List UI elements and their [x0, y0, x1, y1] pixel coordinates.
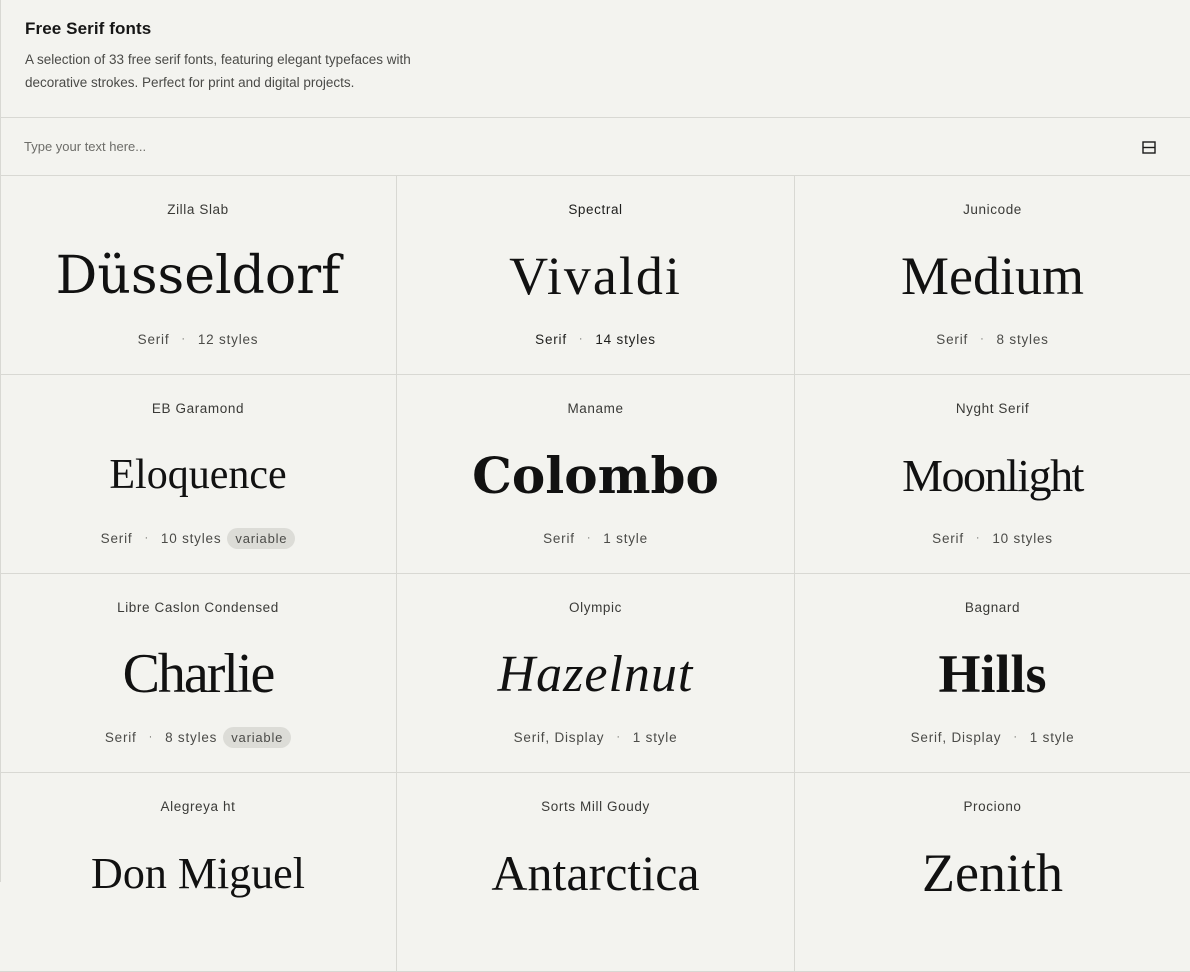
- font-sample: Don Miguel: [91, 848, 305, 898]
- font-name: Junicode: [963, 202, 1022, 217]
- separator-dot: ·: [975, 532, 981, 544]
- page-title: Free Serif fonts: [25, 19, 152, 38]
- font-meta: Serif · 14 styles: [397, 327, 794, 351]
- font-name: Olympic: [569, 600, 622, 615]
- font-style-count: 14 styles: [595, 331, 656, 347]
- font-name: Bagnard: [964, 600, 1021, 615]
- font-meta: Serif · 10 styles variable: [0, 526, 396, 550]
- font-sample: Eloquence: [109, 452, 287, 498]
- font-card-maname[interactable]: Maname Colombo Serif · 1 style: [397, 375, 795, 574]
- font-card-sorts-mill-goudy[interactable]: Sorts Mill Goudy Antarctica: [397, 773, 795, 972]
- font-meta: Serif · 8 styles variable: [0, 725, 396, 749]
- font-card-junicode[interactable]: Junicode Medium Serif · 8 styles: [795, 176, 1190, 375]
- separator-dot: ·: [148, 731, 154, 743]
- font-category: Serif: [104, 729, 137, 745]
- font-card-nyght-serif[interactable]: Nyght Serif Moonlight Serif · 10 styles: [795, 375, 1190, 574]
- layout-toggle-button[interactable]: [1140, 138, 1158, 156]
- font-meta: Serif · 1 style: [397, 526, 794, 550]
- font-card-spectral[interactable]: Spectral Vivaldi Serif · 14 styles: [397, 176, 795, 375]
- font-style-count: 1 style: [1029, 729, 1075, 745]
- separator-dot: ·: [1013, 731, 1018, 743]
- font-sample: Moonlight: [902, 449, 1084, 501]
- font-card-alegreya-ht[interactable]: Alegreya ht Don Miguel: [0, 773, 397, 972]
- layout-toggle-icon: [1142, 140, 1156, 154]
- font-style-count: 1 style: [603, 530, 648, 546]
- font-category: Serif: [936, 331, 969, 347]
- font-sample: Vivaldi: [509, 246, 682, 306]
- preview-text-input[interactable]: [24, 134, 1074, 158]
- font-card-eb-garamond[interactable]: EB Garamond Eloquence Serif · 10 styles …: [0, 375, 397, 574]
- font-category: Serif, Display: [910, 729, 1002, 745]
- font-style-count: 8 styles: [996, 331, 1049, 347]
- font-category: Serif: [137, 331, 170, 347]
- font-style-count: 10 styles: [992, 530, 1053, 546]
- font-meta: Serif · 10 styles: [795, 526, 1190, 550]
- separator-dot: ·: [616, 731, 621, 743]
- font-meta: Serif, Display · 1 style: [397, 725, 794, 749]
- font-card-zilla-slab[interactable]: Zilla Slab Düsseldorf Serif · 12 styles: [0, 176, 397, 375]
- font-category: Serif: [543, 530, 575, 546]
- preview-text-bar: [0, 118, 1190, 176]
- separator-dot: ·: [144, 532, 149, 544]
- font-sample: Antarctica: [491, 845, 700, 901]
- separator-dot: ·: [578, 333, 584, 345]
- font-name: Spectral: [568, 202, 623, 217]
- font-name: Alegreya ht: [160, 799, 236, 814]
- font-sample: Charlie: [122, 643, 276, 705]
- variable-badge: variable: [223, 726, 292, 748]
- font-name: Sorts Mill Goudy: [541, 799, 650, 814]
- font-sample: Colombo: [472, 445, 719, 505]
- font-card-libre-caslon-condensed[interactable]: Libre Caslon Condensed Charlie Serif · 8…: [0, 574, 397, 773]
- font-category: Serif: [100, 530, 133, 546]
- separator-dot: ·: [181, 333, 186, 345]
- page-header: Free Serif fonts A selection of 33 free …: [0, 0, 1190, 118]
- font-name: Prociono: [963, 799, 1022, 814]
- font-sample: Zenith: [922, 843, 1063, 903]
- font-meta: Serif · 8 styles: [795, 327, 1190, 351]
- separator-dot: ·: [980, 333, 985, 345]
- font-style-count: 12 styles: [197, 331, 259, 347]
- font-name: Maname: [567, 401, 624, 416]
- separator-dot: ·: [586, 532, 592, 544]
- font-category: Serif: [932, 530, 964, 546]
- font-name: EB Garamond: [151, 401, 245, 416]
- font-sample: Hazelnut: [497, 645, 694, 703]
- font-name: Nyght Serif: [955, 401, 1030, 416]
- font-style-count: 8 styles: [165, 729, 218, 745]
- font-card-prociono[interactable]: Prociono Zenith: [795, 773, 1190, 972]
- font-sample: Düsseldorf: [55, 246, 341, 306]
- font-name: Zilla Slab: [167, 202, 229, 217]
- font-meta: Serif, Display · 1 style: [795, 725, 1190, 749]
- font-style-count: 10 styles: [160, 530, 222, 546]
- font-sample: Medium: [901, 246, 1084, 306]
- font-grid: Zilla Slab Düsseldorf Serif · 12 styles …: [0, 176, 1190, 972]
- font-card-olympic[interactable]: Olympic Hazelnut Serif, Display · 1 styl…: [397, 574, 795, 773]
- font-card-bagnard[interactable]: Bagnard Hills Serif, Display · 1 style: [795, 574, 1190, 773]
- page-description: A selection of 33 free serif fonts, feat…: [25, 52, 411, 90]
- font-category: Serif: [535, 331, 567, 347]
- font-meta: Serif · 12 styles: [0, 327, 396, 351]
- font-name: Libre Caslon Condensed: [117, 600, 279, 615]
- font-sample: Hills: [938, 644, 1047, 704]
- font-category: Serif, Display: [513, 729, 605, 745]
- variable-badge: variable: [227, 527, 296, 549]
- font-style-count: 1 style: [632, 729, 678, 745]
